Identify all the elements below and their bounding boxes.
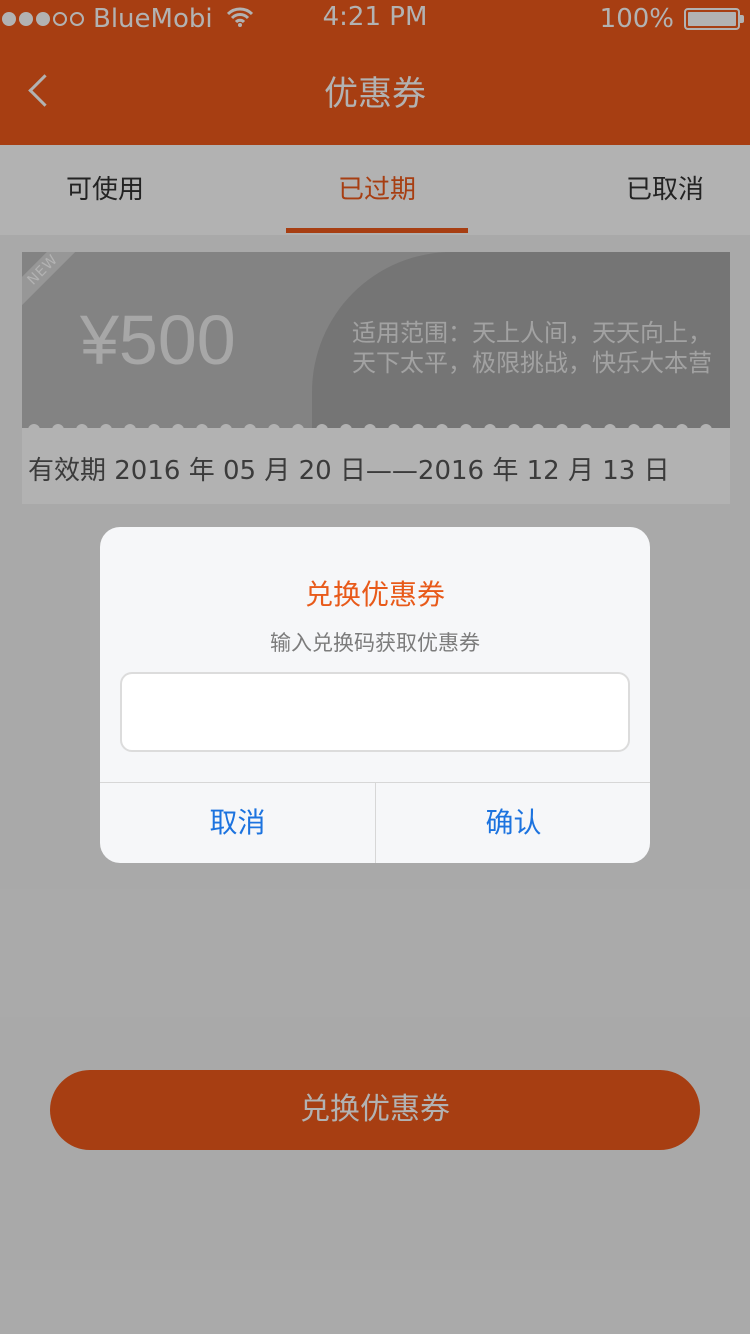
redeem-code-input[interactable] [120,672,630,752]
redeem-dialog: 兑换优惠券 输入兑换码获取优惠券 取消 确认 [100,527,650,863]
cancel-button[interactable]: 取消 [100,783,375,863]
confirm-button[interactable]: 确认 [376,783,650,863]
dialog-subtitle: 输入兑换码获取优惠券 [270,631,480,655]
dialog-title: 兑换优惠券 [304,578,445,611]
